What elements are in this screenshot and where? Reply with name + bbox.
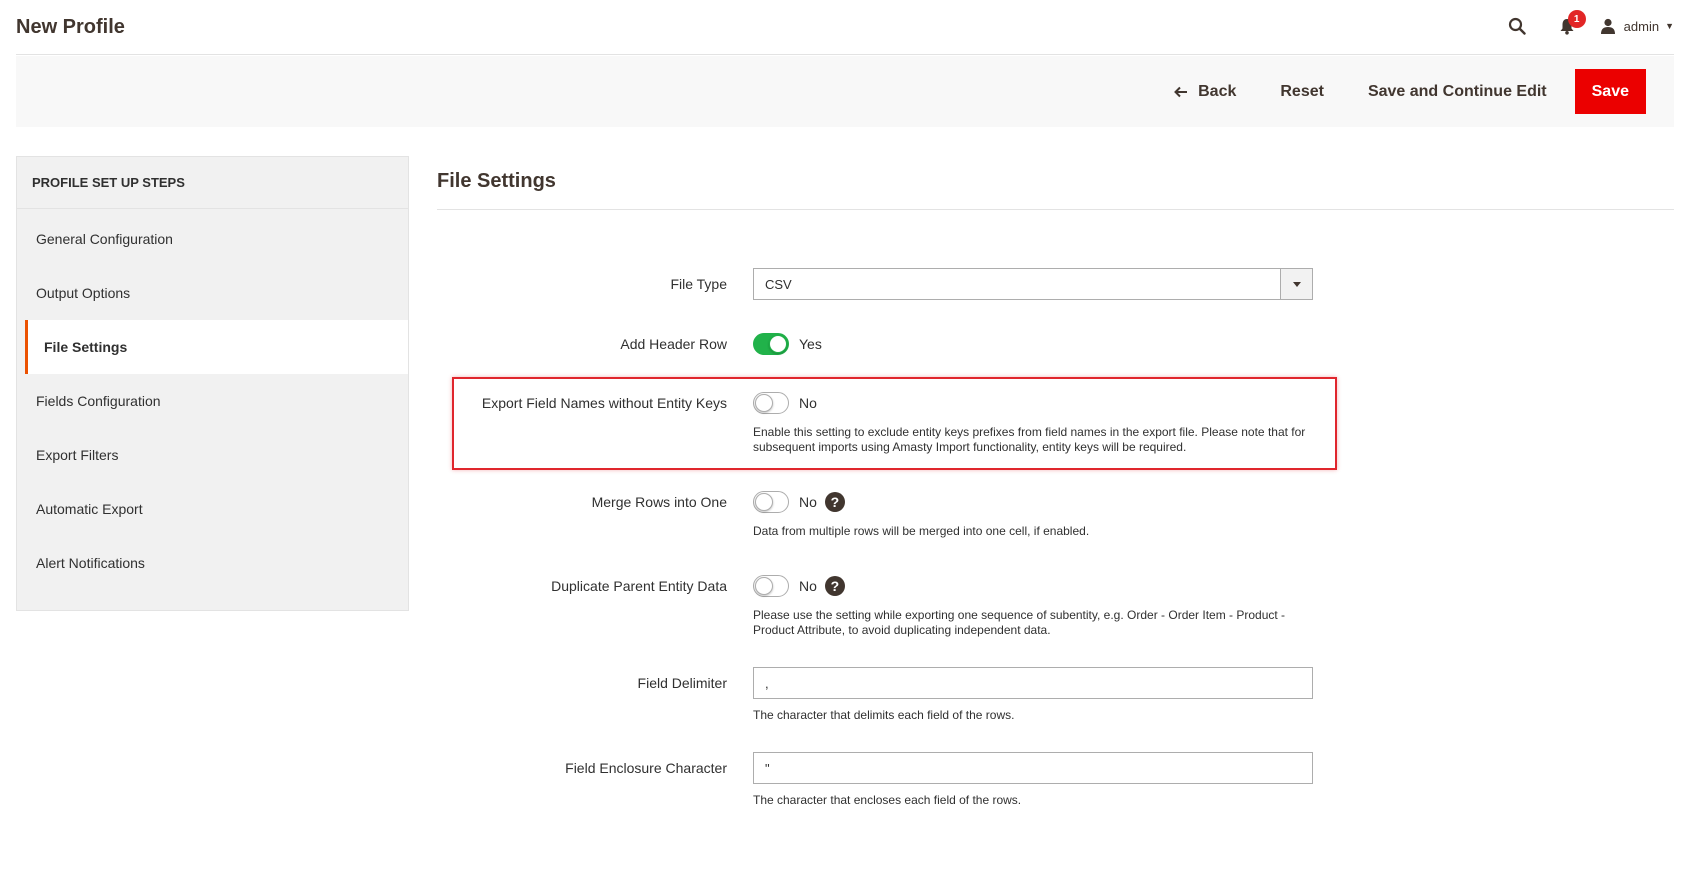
reset-button[interactable]: Reset <box>1258 69 1346 114</box>
export-field-names-note: Enable this setting to exclude entity ke… <box>753 425 1306 454</box>
add-header-row-control: Yes <box>753 333 822 355</box>
merge-rows-control: No ? Data from multiple rows will be mer… <box>753 491 1313 539</box>
file-type-control: CSV <box>753 268 1313 300</box>
header-tools: 1 admin ▼ <box>1502 10 1674 40</box>
export-field-names-state: No <box>799 395 817 411</box>
field-delimiter-control: The character that delimits each field o… <box>753 667 1313 723</box>
add-header-row-toggle[interactable] <box>753 333 789 355</box>
notification-count-badge: 1 <box>1567 10 1586 28</box>
step-automatic-export[interactable]: Automatic Export <box>17 482 408 536</box>
file-type-label: File Type <box>670 276 727 292</box>
profile-steps-panel: PROFILE SET UP STEPS General Configurati… <box>16 156 409 611</box>
page-header: New Profile 1 admin ▼ <box>16 0 1674 55</box>
user-icon <box>1600 18 1615 34</box>
toggle-knob <box>769 335 787 353</box>
field-enclosure-note: The character that encloses each field o… <box>753 793 1022 807</box>
chevron-down-icon <box>1280 269 1312 299</box>
file-type-value: CSV <box>765 276 792 292</box>
field-enclosure-input[interactable] <box>753 752 1313 784</box>
field-delimiter-input[interactable] <box>753 667 1313 699</box>
step-output-options[interactable]: Output Options <box>17 266 408 320</box>
step-fields-configuration[interactable]: Fields Configuration <box>17 374 408 428</box>
field-enclosure-control: The character that encloses each field o… <box>753 752 1313 808</box>
admin-user-name: admin <box>1623 18 1660 34</box>
toggle-knob <box>755 577 773 595</box>
duplicate-parent-control: No ? Please use the setting while export… <box>753 575 1313 638</box>
field-delimiter-note: The character that delimits each field o… <box>753 708 1015 722</box>
duplicate-parent-note: Please use the setting while exporting o… <box>753 608 1286 637</box>
section-title: File Settings <box>437 156 1674 210</box>
merge-rows-state: No <box>799 494 817 510</box>
toggle-knob <box>755 394 773 412</box>
page-actions-bar: Back Reset Save and Continue Edit Save <box>16 56 1674 127</box>
back-button-label: Back <box>1198 82 1237 100</box>
notifications-button[interactable]: 1 <box>1552 10 1586 40</box>
page-actions: Back Reset Save and Continue Edit Save <box>1152 69 1646 114</box>
save-button[interactable]: Save <box>1574 69 1646 114</box>
help-icon[interactable]: ? <box>824 492 845 512</box>
duplicate-parent-label: Duplicate Parent Entity Data <box>551 578 727 594</box>
search-icon[interactable] <box>1502 12 1532 40</box>
admin-user-menu[interactable]: admin ▼ <box>1600 18 1674 34</box>
field-enclosure-label: Field Enclosure Character <box>565 760 727 776</box>
duplicate-parent-state: No <box>799 578 817 594</box>
help-icon[interactable]: ? <box>824 576 845 596</box>
merge-rows-label: Merge Rows into One <box>591 494 727 510</box>
main-content: File Settings <box>437 156 1674 210</box>
export-field-names-control: No Enable this setting to exclude entity… <box>753 392 1313 455</box>
add-header-row-state: Yes <box>799 336 822 352</box>
toggle-knob <box>755 493 773 511</box>
merge-rows-note: Data from multiple rows will be merged i… <box>753 524 1090 538</box>
field-delimiter-label: Field Delimiter <box>637 675 727 691</box>
step-general-configuration[interactable]: General Configuration <box>17 212 408 266</box>
arrow-left-icon <box>1174 86 1188 98</box>
steps-title: PROFILE SET UP STEPS <box>17 157 408 209</box>
caret-down-icon: ▼ <box>1665 21 1674 31</box>
step-export-filters[interactable]: Export Filters <box>17 428 408 482</box>
save-and-continue-button[interactable]: Save and Continue Edit <box>1346 69 1569 114</box>
export-field-names-toggle[interactable] <box>753 392 789 414</box>
duplicate-parent-toggle[interactable] <box>753 575 789 597</box>
step-alert-notifications[interactable]: Alert Notifications <box>17 536 408 590</box>
merge-rows-toggle[interactable] <box>753 491 789 513</box>
back-button[interactable]: Back <box>1152 69 1258 114</box>
page-title: New Profile <box>16 16 125 38</box>
step-file-settings[interactable]: File Settings <box>17 320 408 374</box>
file-type-select[interactable]: CSV <box>753 268 1313 300</box>
add-header-row-label: Add Header Row <box>620 336 727 352</box>
export-field-names-label: Export Field Names without Entity Keys <box>481 395 727 411</box>
